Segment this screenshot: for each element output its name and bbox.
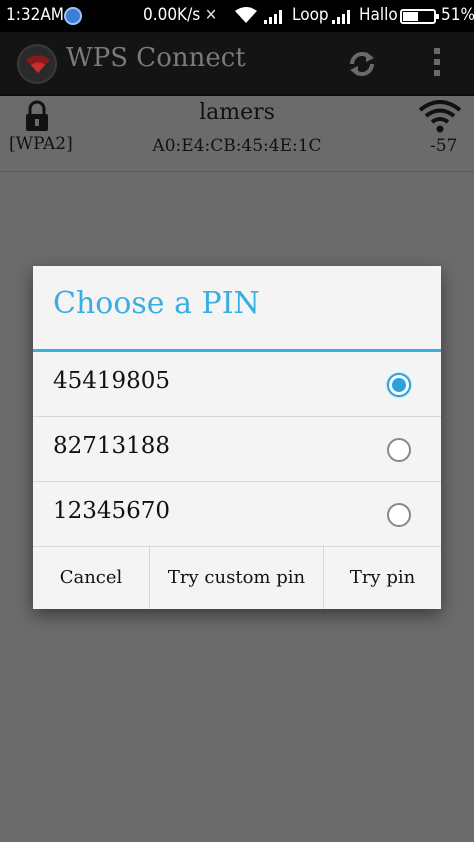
status-time: 1:32AM: [6, 5, 64, 25]
try-pin-button[interactable]: Try pin: [324, 545, 441, 609]
network-list-item[interactable]: [WPA2] lamers A0:E4:CB:45:4E:1C -57: [0, 96, 474, 172]
carrier-1-name: Loop: [292, 5, 329, 25]
pin-radio[interactable]: [387, 438, 411, 462]
signal-strength: -57: [430, 136, 458, 156]
dialog-title: Choose a PIN: [33, 266, 441, 352]
cancel-button[interactable]: Cancel: [33, 545, 150, 609]
pin-radio[interactable]: [387, 373, 411, 397]
app-title: WPS Connect: [66, 43, 246, 73]
dialog-buttons: Cancel Try custom pin Try pin: [33, 545, 441, 609]
status-bar: 1:32AM 0.00K/s ✕ Loop Hallo 51%: [0, 0, 474, 32]
pin-option[interactable]: 82713188: [33, 417, 441, 482]
wifi-status-icon: [235, 7, 257, 23]
try-custom-pin-button[interactable]: Try custom pin: [150, 545, 324, 609]
notification-icon: [64, 7, 82, 25]
signal-icon-2: [332, 10, 350, 24]
network-ssid: lamers: [199, 100, 275, 125]
app-logo-icon: [17, 44, 57, 84]
network-speed: 0.00K/s: [143, 5, 201, 25]
mute-icon: ✕: [205, 5, 218, 24]
battery-icon: [400, 9, 439, 24]
pin-option-label: 12345670: [53, 498, 171, 524]
choose-pin-dialog: Choose a PIN 45419805 82713188 12345670 …: [33, 266, 441, 609]
network-bssid: A0:E4:CB:45:4E:1C: [152, 136, 322, 156]
pin-option[interactable]: 12345670: [33, 482, 441, 547]
pin-option[interactable]: 45419805: [33, 352, 441, 417]
pin-option-label: 45419805: [53, 368, 171, 394]
battery-percent: 51%: [441, 5, 474, 25]
overflow-menu-icon[interactable]: [430, 46, 444, 82]
app-bar: WPS Connect: [0, 32, 474, 96]
signal-icon-1: [264, 10, 282, 24]
carrier-2-name: Hallo: [359, 5, 398, 25]
pin-option-label: 82713188: [53, 433, 171, 459]
wifi-signal-icon: [418, 100, 462, 133]
pin-radio[interactable]: [387, 503, 411, 527]
refresh-icon[interactable]: [346, 48, 378, 80]
